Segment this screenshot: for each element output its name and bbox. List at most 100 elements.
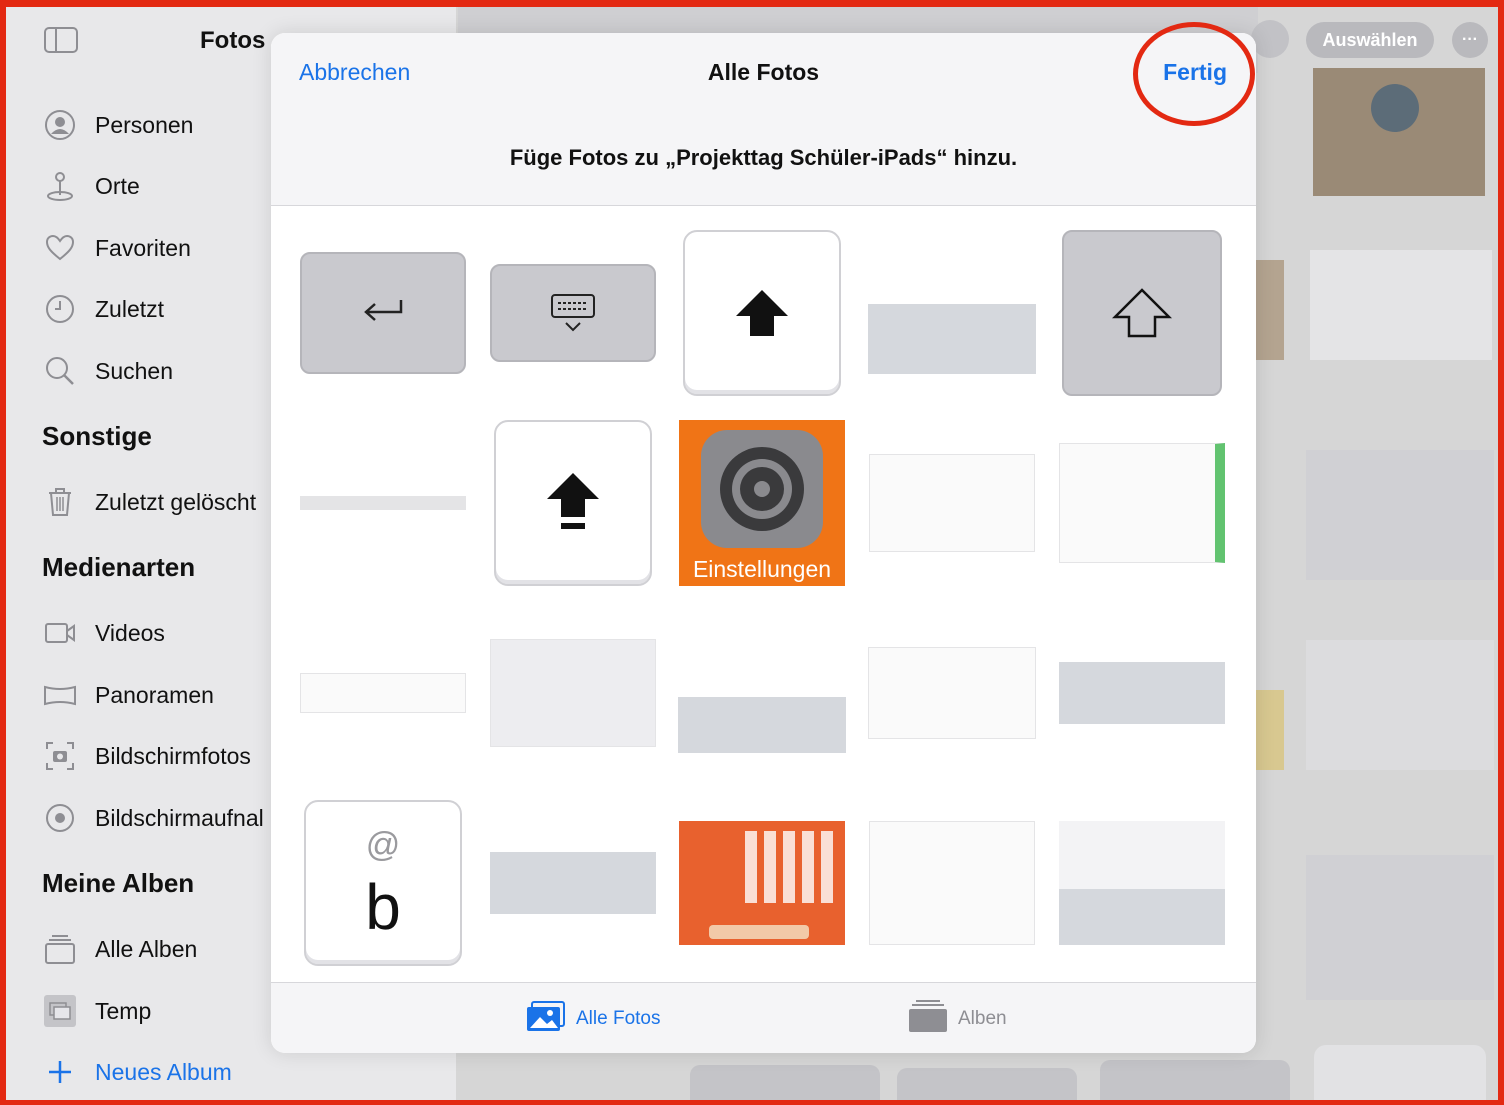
notes-text-screenshot: [868, 647, 1036, 739]
photo-thumbnail[interactable]: [1058, 419, 1226, 587]
sidebar-item-label: Favoriten: [95, 235, 191, 261]
photo-thumbnail[interactable]: Einstellungen: [678, 419, 846, 587]
rotate-icon[interactable]: [1251, 20, 1289, 58]
plus-icon: [44, 1056, 76, 1088]
panorama-icon: [44, 679, 76, 711]
sheet-header: Alle Fotos Abbrechen Fertig Füge Fotos z…: [271, 33, 1256, 206]
background-thumbnail: [1256, 690, 1284, 770]
photo-thumbnail[interactable]: [1058, 609, 1226, 777]
select-button[interactable]: Auswählen: [1306, 22, 1434, 58]
background-thumbnail: [1306, 855, 1494, 1000]
background-thumbnail: [1256, 260, 1284, 360]
photo-thumbnail[interactable]: [299, 419, 467, 587]
add-photos-sheet: Alle Fotos Abbrechen Fertig Füge Fotos z…: [271, 33, 1256, 1053]
sidebar-title: Fotos: [200, 27, 266, 54]
sheet-title: Alle Fotos: [707, 59, 820, 85]
toolbar-strip-screenshot: [300, 496, 466, 510]
photo-thumbnail[interactable]: [489, 419, 657, 587]
shift-filled-icon: [683, 230, 841, 396]
tab-label: Alle Fotos: [576, 1007, 661, 1029]
screenshot-icon: [44, 740, 76, 772]
tab-alben[interactable]: Alben: [908, 983, 1007, 1053]
sidebar-item-label: Suchen: [95, 358, 174, 384]
cancel-button[interactable]: Abbrechen: [299, 59, 410, 86]
background-thumbnail: [1313, 68, 1485, 196]
settings-screenshot: [869, 454, 1035, 552]
tab-label: Alben: [958, 1007, 1007, 1029]
photos-icon: [526, 1000, 566, 1038]
settings-menu-screenshot: [490, 639, 656, 747]
photo-thumbnail[interactable]: [868, 419, 1036, 587]
section-title-sonstige: Sonstige: [42, 421, 152, 451]
tab-alle-fotos[interactable]: Alle Fotos: [526, 983, 660, 1053]
map-pin-icon: [44, 170, 76, 202]
video-icon: [44, 617, 76, 649]
photo-thumbnail[interactable]: [489, 229, 657, 397]
new-album-button[interactable]: Neues Album: [6, 1045, 456, 1099]
person-circle-icon: [44, 109, 76, 141]
sidebar-item-label: Temp: [95, 998, 152, 1024]
sidebar-toggle-icon[interactable]: [44, 27, 78, 53]
sheet-prompt: Füge Fotos zu „Projekttag Schüler-iPads“…: [509, 145, 1018, 170]
photo-thumbnail[interactable]: [868, 609, 1036, 777]
albums-icon: [908, 999, 948, 1039]
new-album-label: Neues Album: [95, 1059, 232, 1085]
photo-thumbnail[interactable]: [489, 799, 657, 967]
notes-keyboard-screenshot: [678, 629, 846, 757]
photo-thumbnail[interactable]: @ b: [299, 799, 467, 967]
background-thumbnail: [1314, 1045, 1486, 1100]
settings-list-screenshot: [300, 673, 466, 713]
b-key-image: @ b: [304, 800, 462, 966]
photo-thumbnail[interactable]: [299, 609, 467, 777]
background-thumbnail: [1306, 450, 1494, 580]
photo-thumbnail[interactable]: [678, 609, 846, 777]
clock-icon: [44, 293, 76, 325]
highlight-circle: [1133, 22, 1255, 126]
photos-keyboard-screenshot: [1059, 821, 1225, 945]
sidebar-item-label: Panoramen: [95, 682, 214, 708]
background-thumbnail: [690, 1065, 880, 1100]
settings-toggles-screenshot: [1059, 443, 1225, 563]
sidebar-item-label: Videos: [95, 620, 165, 646]
albums-stack-icon: [44, 933, 76, 965]
sidebar-item-label: Personen: [95, 112, 194, 138]
sidebar-item-label: Bildschirmaufnal: [95, 805, 264, 831]
sidebar-item-label: Bildschirmfotos: [95, 743, 251, 769]
gear-icon: [701, 430, 823, 548]
home-screen-screenshot: [679, 821, 845, 945]
photo-thumbnail[interactable]: [299, 229, 467, 397]
photo-thumbnail[interactable]: [868, 799, 1036, 967]
background-thumbnail: [897, 1068, 1077, 1100]
b-letter-label: b: [365, 871, 401, 943]
photo-thumbnail[interactable]: [489, 609, 657, 777]
photo-thumbnail[interactable]: [1058, 229, 1226, 397]
background-thumbnail: [1100, 1060, 1290, 1100]
section-title-medienarten: Medienarten: [42, 552, 196, 582]
photos-app-screenshot: [869, 821, 1035, 945]
sidebar-item-label: Orte: [95, 173, 140, 199]
more-button[interactable]: ···: [1452, 22, 1488, 58]
photo-thumbnail[interactable]: [868, 229, 1036, 397]
shift-outline-icon: [1062, 230, 1222, 396]
search-icon: [44, 355, 76, 387]
photo-thumbnail[interactable]: [678, 229, 846, 397]
keyboard-screenshot: [1059, 662, 1225, 724]
screen-recording-icon: [44, 802, 76, 834]
sidebar-item-label: Alle Alben: [95, 936, 198, 962]
sidebar-item-label: Zuletzt gelöscht: [95, 489, 257, 515]
photo-grid: Einstellungen @ b: [271, 206, 1256, 982]
album-thumbnail-icon: [44, 995, 76, 1027]
heart-icon: [44, 232, 76, 264]
caps-lock-icon: [494, 420, 652, 586]
keyboard-screenshot: [868, 248, 1036, 378]
photo-thumbnail[interactable]: [1058, 799, 1226, 967]
sidebar-item-label: Zuletzt: [95, 296, 165, 322]
background-thumbnail: [1306, 640, 1494, 770]
settings-label: Einstellungen: [692, 556, 832, 582]
keyboard-dismiss-icon: [490, 264, 656, 362]
keyboard-screenshot: [490, 852, 656, 914]
at-sign-label: @: [365, 826, 401, 864]
photo-thumbnail[interactable]: [678, 799, 846, 967]
background-thumbnail: [1310, 250, 1492, 360]
settings-app-icon: Einstellungen: [679, 420, 845, 586]
